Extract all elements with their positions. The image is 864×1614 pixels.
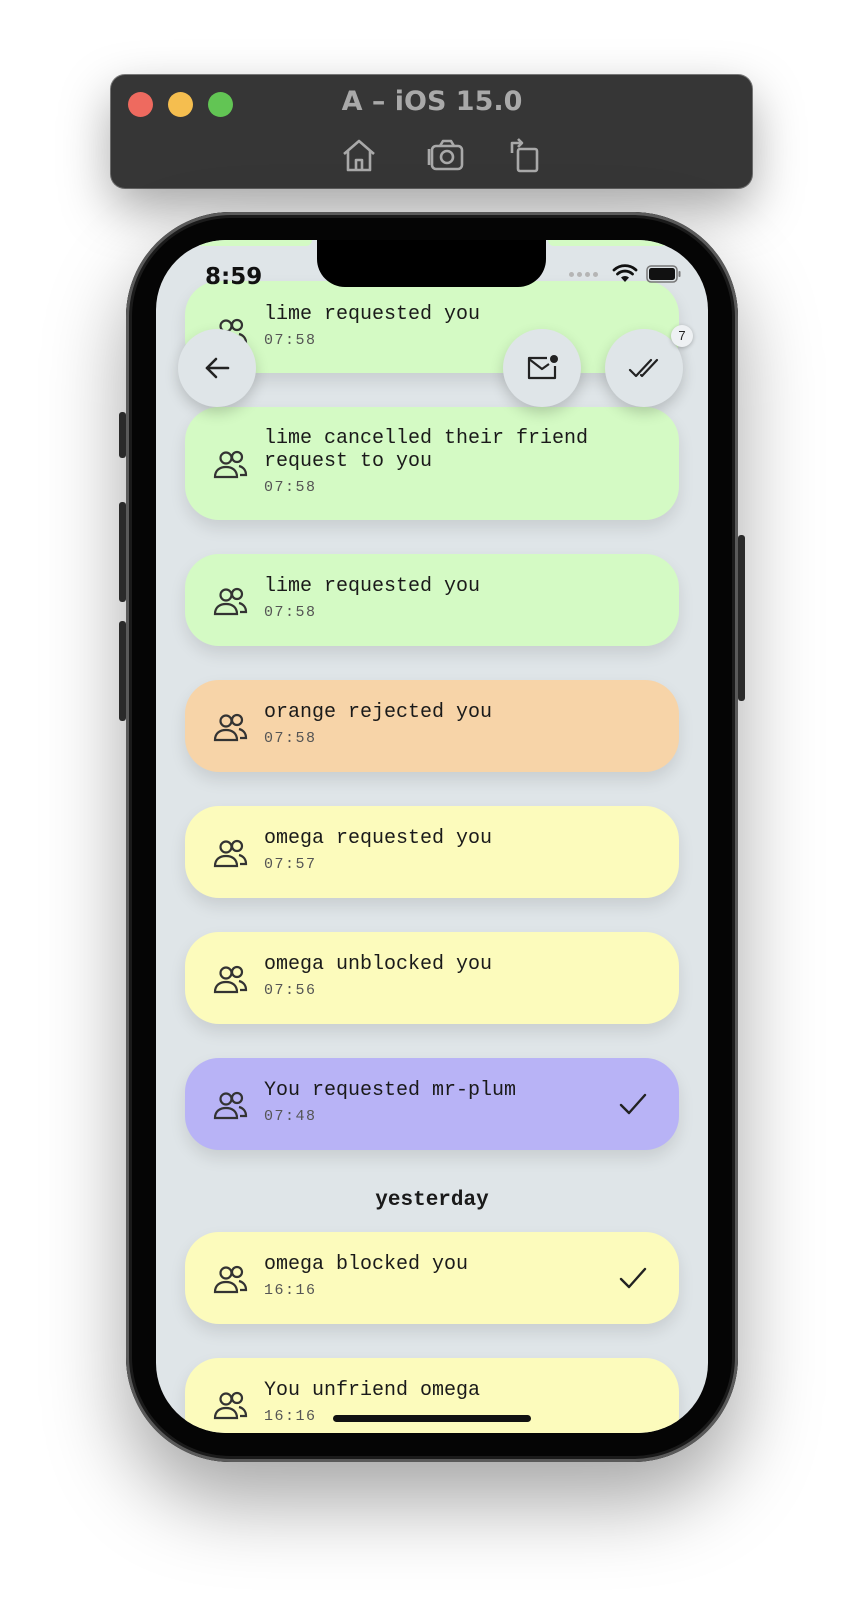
unread-count-badge: 7 [671,325,693,347]
notification-time: 07:58 [264,730,317,747]
notification-text: lime cancelled their friend request to y… [264,427,589,473]
clipped-card-edge [196,240,312,246]
notification-time: 16:16 [264,1282,317,1299]
wifi-icon [612,264,638,282]
notification-text: You requested mr-plum [264,1079,517,1102]
notification-text: You unfriend omega [264,1379,481,1402]
checkmark-icon [619,1093,647,1115]
unread-filter-button[interactable] [503,329,581,407]
notification-time: 07:56 [264,982,317,999]
notification-text: lime requested you [264,303,481,326]
notification-card[interactable]: omega requested you 07:57 [185,806,679,898]
notification-time: 07:58 [264,332,317,349]
arrow-left-icon [205,357,230,379]
volume-up-button [119,502,126,602]
notification-text: omega unblocked you [264,953,493,976]
signal-icon [569,271,598,277]
notification-card[interactable]: lime requested you 07:58 [185,554,679,646]
status-indicators [569,264,682,284]
notification-card[interactable]: omega blocked you 16:16 [185,1232,679,1324]
notch [317,240,546,287]
notification-text: orange rejected you [264,701,493,724]
screenshot-icon[interactable] [426,135,466,175]
notification-card[interactable]: orange rejected you 07:58 [185,680,679,772]
notification-time: 07:58 [264,604,317,621]
friends-icon [213,713,248,742]
checkmark-icon [619,1267,647,1289]
friends-icon [213,965,248,994]
double-check-icon [628,358,659,378]
battery-icon [646,265,681,283]
notification-time: 16:16 [264,1408,317,1425]
notification-card[interactable]: You requested mr-plum 07:48 [185,1058,679,1150]
home-icon[interactable] [339,135,379,175]
status-time: 8:59 [205,264,263,290]
friends-icon [213,587,248,616]
volume-down-button [119,621,126,721]
notification-card[interactable]: lime cancelled their friend request to y… [185,407,679,520]
friends-icon [213,1391,248,1420]
notification-time: 07:58 [264,479,317,496]
notification-text: omega blocked you [264,1253,469,1276]
power-button [738,535,745,701]
notification-text: lime requested you [264,575,481,598]
home-indicator[interactable] [333,1415,531,1422]
notification-time: 07:57 [264,856,317,873]
simulator-title: A – iOS 15.0 [341,86,523,117]
notification-card[interactable]: omega unblocked you 07:56 [185,932,679,1024]
notification-text: omega requested you [264,827,493,850]
back-button[interactable] [178,329,256,407]
notification-time: 07:48 [264,1108,317,1125]
friends-icon [213,839,248,868]
clipped-card-edge [548,240,668,246]
section-header-yesterday: yesterday [375,1189,489,1212]
mail-unread-icon [527,355,558,380]
friends-icon [213,1265,248,1294]
friends-icon [213,450,248,479]
rotate-icon[interactable] [506,135,546,175]
friends-icon [213,1091,248,1120]
mute-switch [119,412,126,458]
app-screen: 8:59 7 lime requested you 07:58 lime can… [156,240,708,1433]
